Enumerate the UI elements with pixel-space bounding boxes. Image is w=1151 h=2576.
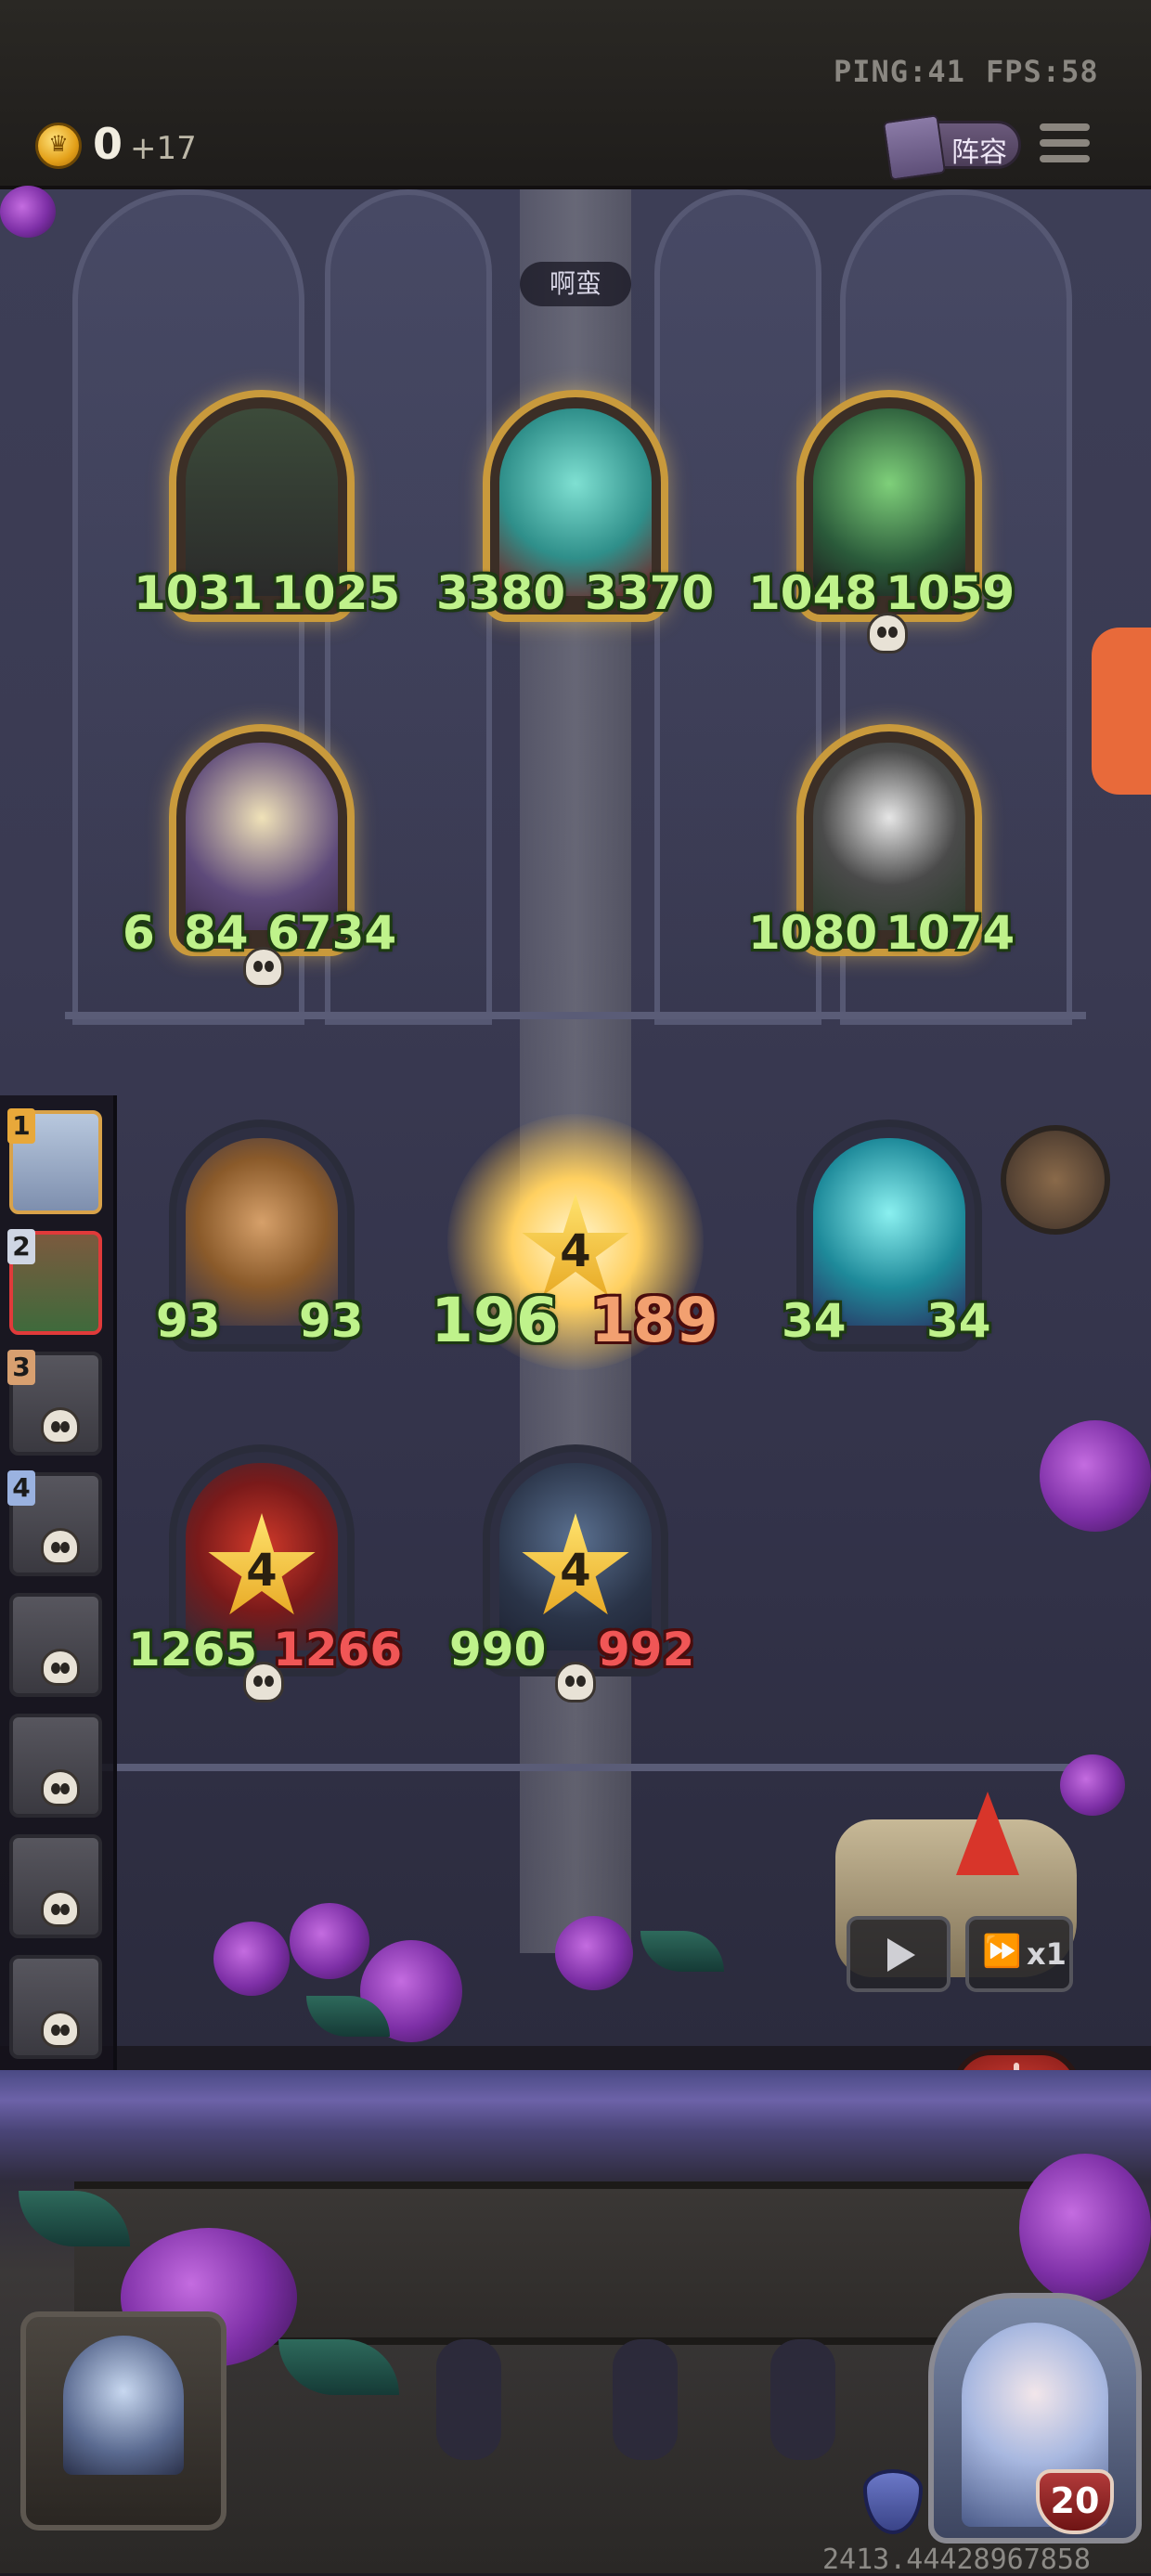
roster-rank: 3 — [7, 1350, 35, 1385]
star-level: 4 — [560, 1545, 591, 1597]
side-tab-decor — [1092, 628, 1151, 795]
speed-button[interactable]: ⏩ x1 — [965, 1916, 1073, 1992]
skull-icon — [555, 1662, 596, 1702]
unit-attack: 1031 — [134, 566, 264, 620]
baluster-decor — [770, 2339, 835, 2460]
unit-health: 1059 — [886, 566, 1015, 620]
hero-portrait-left[interactable] — [20, 2311, 226, 2531]
play-button[interactable] — [847, 1916, 951, 1992]
opponent-name-tag: 啊蛮 — [520, 262, 631, 306]
mascot-hat-decor — [956, 1792, 1019, 1875]
skull-icon — [243, 1662, 284, 1702]
gold-coin-icon — [35, 123, 82, 169]
unit-attack-rest: 84 — [184, 906, 249, 960]
skull-icon — [41, 1528, 80, 1565]
fast-forward-icon: ⏩ — [982, 1933, 1022, 1970]
menu-icon[interactable] — [1040, 123, 1090, 170]
player-roster: 1 2 3 4 — [0, 1095, 117, 2079]
rose-decor — [290, 1903, 369, 1979]
skull-icon — [867, 613, 908, 654]
skull-icon — [41, 1769, 80, 1806]
bottom-readout: 2413.44428967858 — [822, 2544, 1091, 2576]
unit-health: 93 — [299, 1294, 364, 1348]
unit-attack: 1265 — [128, 1623, 258, 1676]
unit-portrait — [813, 743, 965, 930]
rose-decor — [555, 1916, 633, 1990]
skull-icon — [243, 947, 284, 988]
roster-slot-1[interactable]: 1 — [7, 1108, 102, 1214]
rose-decor — [0, 186, 56, 238]
unit-portrait — [186, 743, 338, 930]
fps-readout: FPS:58 — [986, 54, 1099, 89]
unit-attack: 1048 — [748, 566, 878, 620]
unit-attack: 3380 — [436, 566, 566, 620]
skull-icon — [41, 1890, 80, 1927]
gold-income: +17 — [130, 130, 197, 167]
roster-slot-4[interactable]: 4 — [7, 1470, 102, 1576]
book-icon — [882, 114, 947, 181]
roster-rank: 1 — [7, 1108, 35, 1144]
unit-attack: 6 — [123, 906, 155, 960]
unit-health: 34 — [926, 1294, 991, 1348]
unit-attack: 990 — [449, 1623, 547, 1676]
unit-health: 1266 — [273, 1623, 403, 1676]
rose-decor — [1060, 1754, 1125, 1816]
roster-slot[interactable] — [9, 1593, 102, 1697]
baluster-decor — [436, 2339, 501, 2460]
star-level: 4 — [246, 1545, 278, 1597]
skull-icon — [41, 1649, 80, 1686]
roster-slot[interactable] — [9, 1834, 102, 1938]
gold-amount: 0 — [93, 119, 123, 169]
unit-attack: 1080 — [748, 906, 878, 960]
lineup-label: 阵容 — [951, 136, 1007, 169]
play-icon — [887, 1938, 915, 1972]
baluster-decor — [613, 2339, 678, 2460]
roster-rank: 2 — [7, 1229, 35, 1264]
frame-divider — [65, 1764, 1086, 1771]
roster-rank: 4 — [7, 1470, 35, 1506]
ping-readout: PING:41 — [834, 54, 965, 89]
frame-divider — [65, 1012, 1086, 1019]
roster-slot-3[interactable]: 3 — [7, 1350, 102, 1456]
unit-attack: 196 — [431, 1285, 559, 1356]
unit-attack: 93 — [156, 1294, 221, 1348]
unit-attack: 34 — [782, 1294, 847, 1348]
hero-art — [63, 2336, 184, 2475]
unit-health: 6734 — [267, 906, 397, 960]
top-bar: PING:41 FPS:58 0 +17 阵容 — [0, 0, 1151, 189]
roster-slot-2[interactable]: 2 — [7, 1229, 102, 1335]
speed-label: x1 — [1027, 1936, 1067, 1972]
roster-slot[interactable] — [9, 1955, 102, 2059]
unit-health: 3370 — [585, 566, 715, 620]
unit-health: 189 — [590, 1285, 718, 1356]
lineup-button[interactable]: 阵容 — [882, 114, 1021, 181]
star-level: 4 — [560, 1225, 591, 1277]
rose-decor — [213, 1922, 290, 1996]
rose-decor — [1040, 1420, 1151, 1532]
roster-slot[interactable] — [9, 1714, 102, 1818]
unit-health: 992 — [598, 1623, 695, 1676]
unit-health: 1025 — [271, 566, 401, 620]
relic-icon[interactable] — [1001, 1125, 1110, 1235]
skull-icon — [41, 1407, 80, 1444]
rose-decor — [1019, 2154, 1151, 2302]
unit-health: 1074 — [886, 906, 1015, 960]
skull-icon — [41, 2011, 80, 2048]
